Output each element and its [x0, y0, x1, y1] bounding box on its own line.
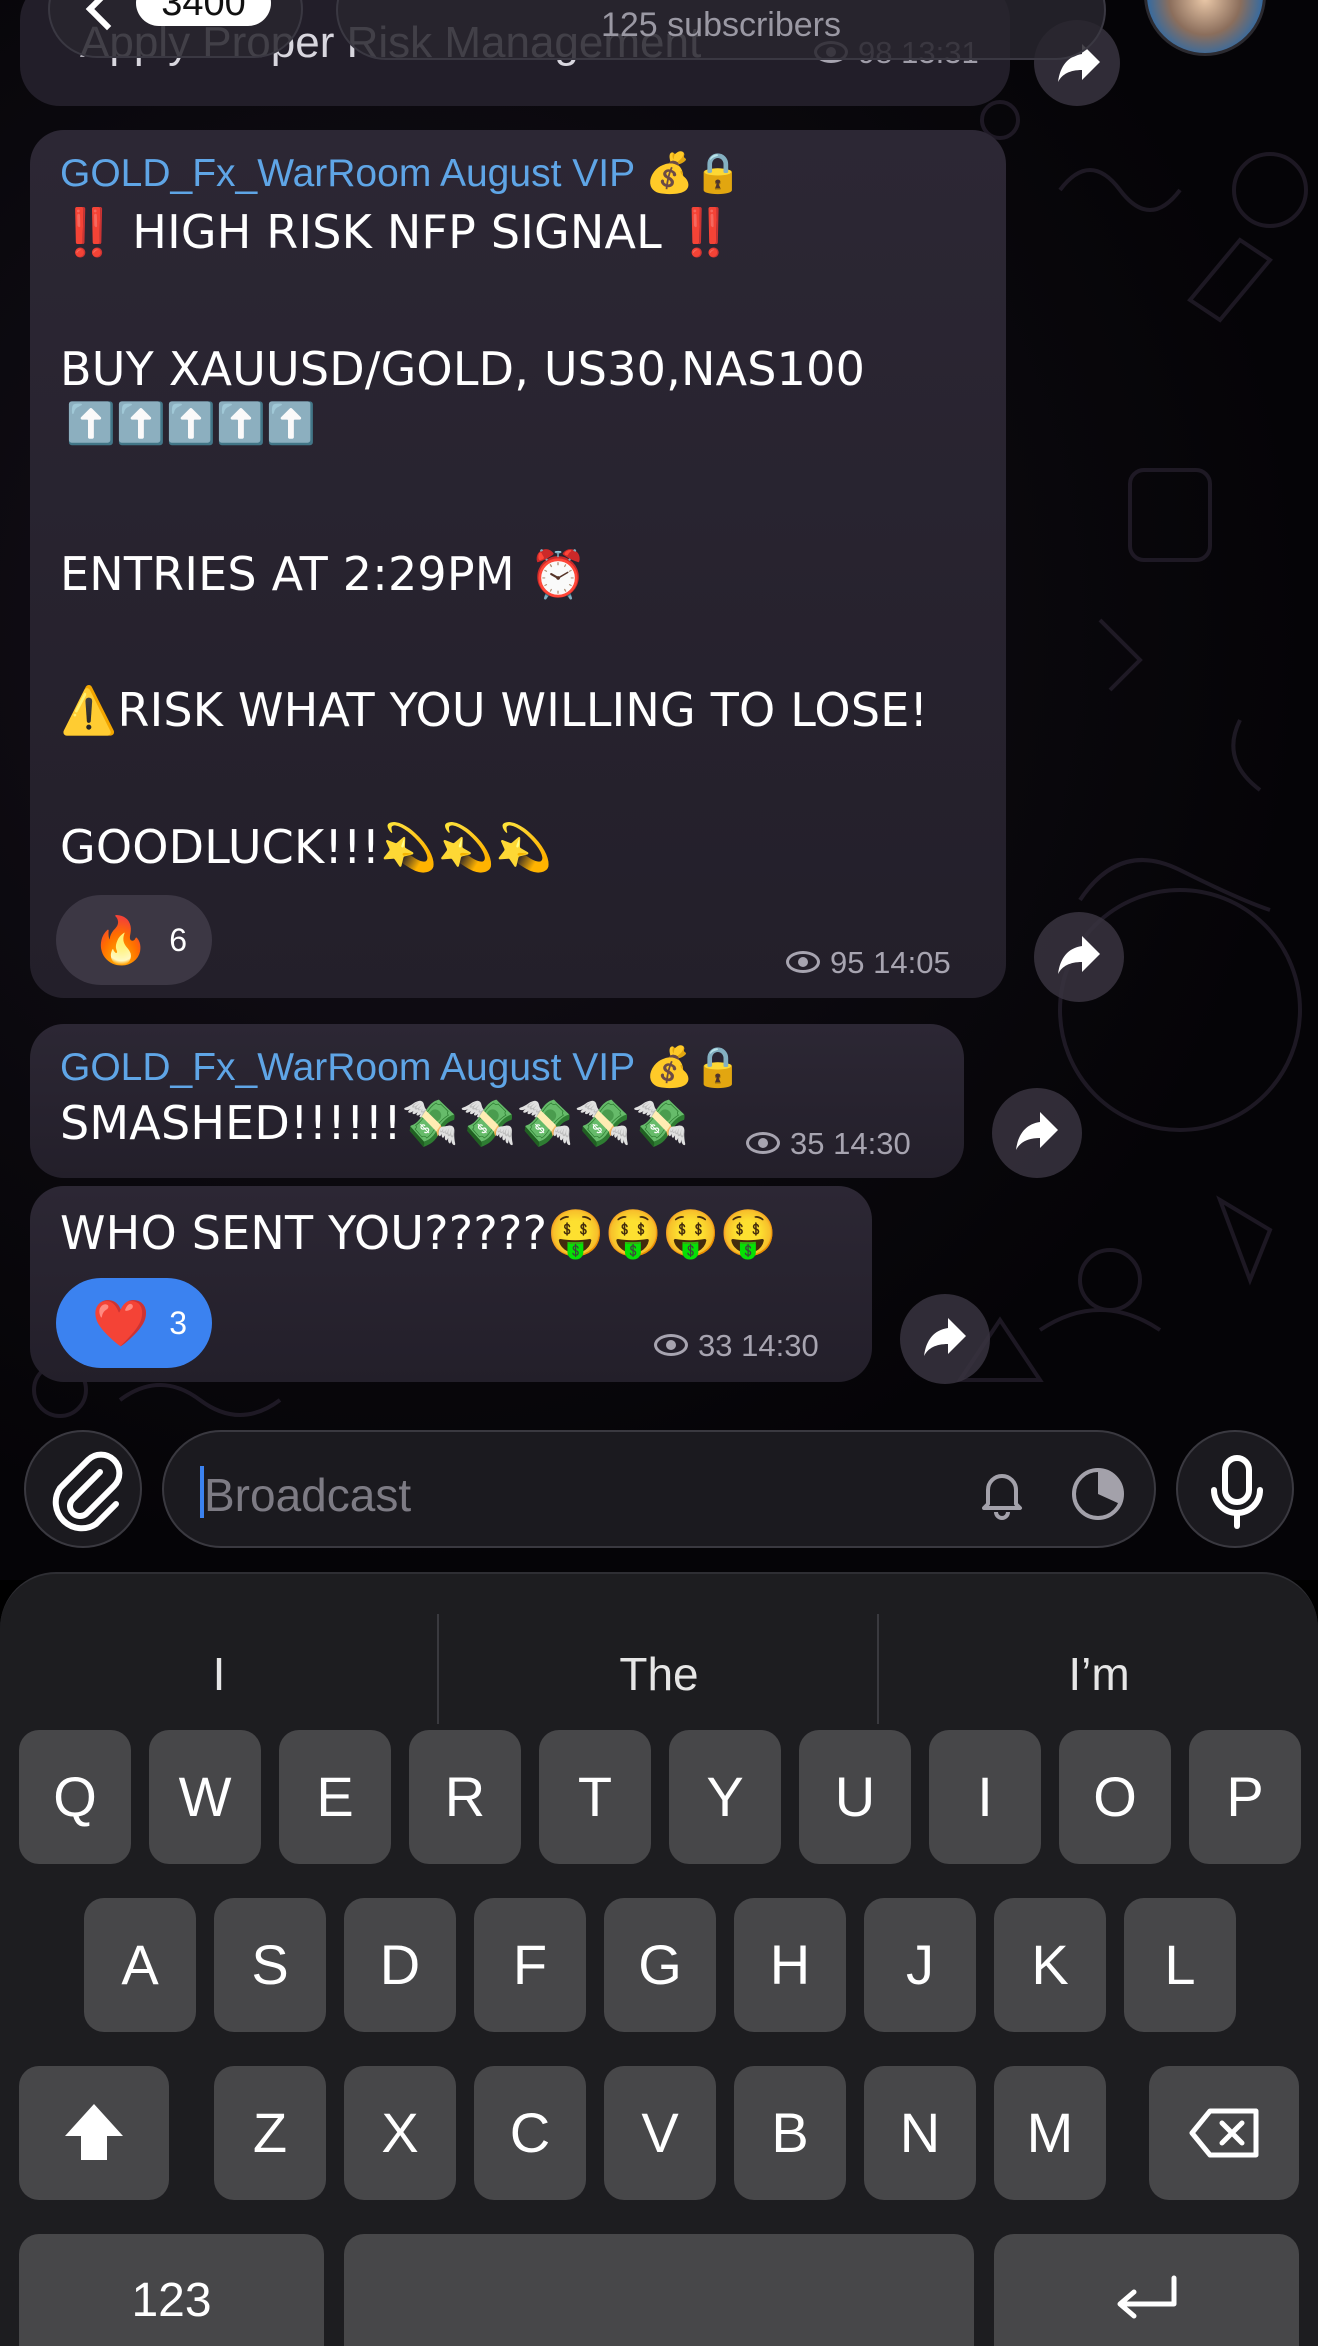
- message-bubble-smashed[interactable]: GOLD_Fx_WarRoom August VIP 💰🔒 SMASHED!!!…: [30, 1024, 964, 1178]
- message-line: ⚠️RISK WHAT YOU WILLING TO LOSE!: [60, 683, 929, 737]
- chat-header: 3400 125 subscribers: [0, 0, 1318, 70]
- space-key[interactable]: [344, 2234, 974, 2346]
- eye-icon: [654, 1333, 688, 1356]
- message-bubble-signal[interactable]: GOLD_Fx_WarRoom August VIP 💰🔒 ‼️ HIGH RI…: [30, 130, 1006, 998]
- bell-icon[interactable]: [974, 1464, 1030, 1520]
- message-line: ENTRIES AT 2:29PM ⏰: [60, 547, 588, 601]
- reaction-chip-heart[interactable]: ❤️ 3: [56, 1278, 212, 1368]
- message-meta: 35 14:30: [746, 1126, 911, 1162]
- key-b[interactable]: B: [734, 2066, 846, 2200]
- message-meta: 95 14:05: [786, 945, 951, 981]
- key-h[interactable]: H: [734, 1898, 846, 2032]
- key-g[interactable]: G: [604, 1898, 716, 2032]
- shift-arrow-icon: [65, 2104, 123, 2160]
- suggestion-divider: [877, 1614, 879, 1724]
- key-i[interactable]: I: [929, 1730, 1041, 1864]
- numbers-key[interactable]: 123: [19, 2234, 324, 2346]
- forward-icon: [1058, 936, 1100, 974]
- attach-button[interactable]: [24, 1430, 142, 1548]
- key-o[interactable]: O: [1059, 1730, 1171, 1864]
- key-j[interactable]: J: [864, 1898, 976, 2032]
- forward-button[interactable]: [992, 1088, 1082, 1178]
- message-line: WHO SENT YOU?????🤑🤑🤑🤑: [60, 1206, 778, 1260]
- shift-key[interactable]: [19, 2066, 169, 2200]
- suggestion-divider: [437, 1614, 439, 1724]
- fire-icon: 🔥: [92, 913, 150, 967]
- unread-badge: 3400: [136, 0, 271, 26]
- suggestion-1[interactable]: I: [0, 1624, 438, 1724]
- forward-button[interactable]: [900, 1294, 990, 1384]
- channel-avatar[interactable]: [1144, 0, 1266, 56]
- on-screen-keyboard: I The I’m Q W E R T Y U I O P A S D F G …: [0, 1572, 1318, 2346]
- reaction-count: 6: [169, 921, 188, 958]
- key-e[interactable]: E: [279, 1730, 391, 1864]
- key-d[interactable]: D: [344, 1898, 456, 2032]
- reaction-count: 3: [169, 1304, 188, 1341]
- eye-icon: [786, 950, 820, 973]
- message-line: SMASHED!!!!!!💸💸💸💸💸: [60, 1096, 690, 1150]
- key-s[interactable]: S: [214, 1898, 326, 2032]
- key-a[interactable]: A: [84, 1898, 196, 2032]
- reaction-chip-fire[interactable]: 🔥 6: [56, 895, 212, 985]
- paperclip-icon: [52, 1451, 123, 1532]
- key-c[interactable]: C: [474, 2066, 586, 2200]
- key-y[interactable]: Y: [669, 1730, 781, 1864]
- microphone-icon: [1211, 1455, 1263, 1529]
- key-v[interactable]: V: [604, 2066, 716, 2200]
- delete-key[interactable]: [1149, 2066, 1299, 2200]
- subscriber-count: 125 subscribers: [600, 6, 841, 44]
- suggestion-2[interactable]: The: [440, 1624, 878, 1724]
- key-l[interactable]: L: [1124, 1898, 1236, 2032]
- key-k[interactable]: K: [994, 1898, 1106, 2032]
- chat-area[interactable]: Apply Proper Risk Management 98 13:31 34…: [0, 0, 1318, 1580]
- eye-icon: [746, 1131, 780, 1154]
- key-p[interactable]: P: [1189, 1730, 1301, 1864]
- timer-icon[interactable]: [1068, 1464, 1128, 1524]
- message-bubble-who[interactable]: WHO SENT YOU?????🤑🤑🤑🤑 ❤️ 3 33 14:30: [30, 1186, 872, 1382]
- backspace-icon: [1189, 2108, 1259, 2158]
- return-key[interactable]: [994, 2234, 1299, 2346]
- key-q[interactable]: Q: [19, 1730, 131, 1864]
- message-line: BUY XAUUSD/GOLD, US30,NAS100: [60, 342, 866, 396]
- message-input[interactable]: Broadcast: [162, 1430, 1156, 1548]
- forward-button[interactable]: [1034, 912, 1124, 1002]
- key-x[interactable]: X: [344, 2066, 456, 2200]
- key-r[interactable]: R: [409, 1730, 521, 1864]
- input-placeholder: Broadcast: [204, 1469, 412, 1521]
- key-t[interactable]: T: [539, 1730, 651, 1864]
- microphone-button[interactable]: [1176, 1430, 1294, 1548]
- message-line: GOODLUCK!!!💫💫💫: [60, 820, 553, 874]
- forward-icon: [1016, 1112, 1058, 1150]
- key-u[interactable]: U: [799, 1730, 911, 1864]
- key-f[interactable]: F: [474, 1898, 586, 2032]
- suggestion-3[interactable]: I’m: [880, 1624, 1318, 1724]
- message-line: ⬆️⬆️⬆️⬆️⬆️: [66, 401, 317, 447]
- heart-icon: ❤️: [92, 1296, 150, 1350]
- key-w[interactable]: W: [149, 1730, 261, 1864]
- message-sender[interactable]: GOLD_Fx_WarRoom August VIP 💰🔒: [60, 1044, 742, 1090]
- return-arrow-icon: [1117, 2275, 1177, 2319]
- message-sender[interactable]: GOLD_Fx_WarRoom August VIP 💰🔒: [60, 150, 742, 196]
- key-z[interactable]: Z: [214, 2066, 326, 2200]
- key-n[interactable]: N: [864, 2066, 976, 2200]
- message-line: ‼️ HIGH RISK NFP SIGNAL ‼️: [60, 205, 735, 259]
- forward-icon: [924, 1318, 966, 1356]
- message-meta: 33 14:30: [654, 1328, 819, 1364]
- key-m[interactable]: M: [994, 2066, 1106, 2200]
